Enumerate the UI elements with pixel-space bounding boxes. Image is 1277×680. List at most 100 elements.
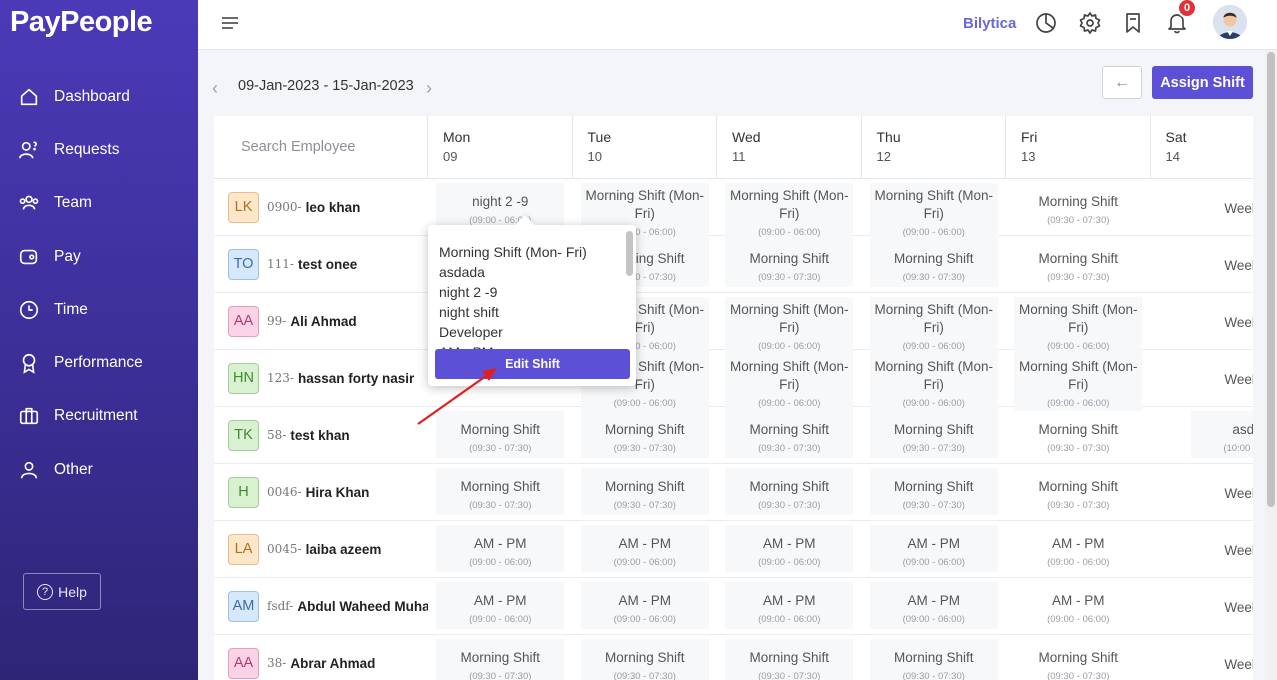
shift-cell[interactable]: Weekend [1150,521,1253,578]
page-scrollbar[interactable] [1265,50,1277,680]
shift-option[interactable]: night 2 -9 [439,282,624,302]
shift-cell[interactable]: AM - PM (09:00 - 06:00) [572,521,717,578]
shift-cell[interactable]: Morning Shift (09:30 - 07:30) [861,464,1006,521]
help-button[interactable]: ? Help [23,573,101,610]
shift-cell[interactable]: AM - PM (09:00 - 06:00) [717,578,862,635]
employee-initials-avatar: HN [228,362,259,394]
weekend-label: Weekend [1224,486,1253,501]
shift-cell[interactable]: Morning Shift (09:30 - 07:30) [428,464,573,521]
shift-cell[interactable]: Morning Shift (09:30 - 07:30) [862,635,1007,680]
shift-cell[interactable]: Morning Shift (Mon- Fri)(09:00 - 06:00) [861,179,1006,242]
shift-cell[interactable]: AM - PM (09:00 - 06:00) [1006,521,1151,578]
shift-option[interactable]: night shift [439,302,624,322]
sidebar-item-label: Time [54,300,88,318]
shift-cell[interactable]: Weekend [1150,179,1253,236]
company-name[interactable]: Bilytica [963,15,1016,32]
sidebar-item-other[interactable]: Other [0,443,198,496]
sidebar-item-requests[interactable]: Requests [0,123,198,176]
shift-cell[interactable]: Morning Shift (09:30 - 07:30) [572,464,717,521]
shift-box: Morning Shift (09:30 - 07:30) [1014,411,1143,458]
search-employee-input[interactable] [241,139,411,155]
sidebar-item-dashboard[interactable]: Dashboard [0,70,198,123]
employee-row[interactable]: TO 111- test onee [214,236,428,293]
day-name: Tue [587,129,612,145]
shift-cell[interactable]: Morning Shift (09:30 - 07:30) [717,236,862,293]
pie-chart-icon[interactable] [1034,11,1058,35]
shift-cell[interactable]: Morning Shift (09:30 - 07:30) [1006,407,1151,464]
sidebar-item-pay[interactable]: Pay [0,230,198,283]
shift-cell[interactable]: Morning Shift (Mon- Fri)(09:00 - 06:00) [861,350,1006,413]
shift-option[interactable]: Morning Shift (Mon- Fri) [439,242,624,262]
shift-cell[interactable]: AM - PM (09:00 - 06:00) [428,521,573,578]
shift-option[interactable]: Developer [439,322,624,342]
shift-cell[interactable]: Morning Shift (09:30 - 07:30) [717,464,862,521]
shift-name: Morning Shift [1038,479,1119,494]
shift-cell[interactable]: Morning Shift (Mon- Fri)(09:00 - 06:00) [717,179,862,242]
shift-cell[interactable]: Morning Shift (09:30 - 07:30) [572,407,717,464]
back-button[interactable]: ← [1102,66,1142,99]
shift-cell[interactable]: Weekend [1150,464,1253,521]
shift-cell[interactable]: Morning Shift (09:30 - 07:30) [1006,236,1151,293]
shift-cell[interactable]: Morning Shift (Mon- Fri)(09:00 - 06:00) [861,293,1006,356]
sidebar-item-performance[interactable]: Performance [0,336,198,389]
bookmark-icon[interactable] [1121,11,1145,35]
shift-cell[interactable]: Morning Shift (09:30 - 07:30) [861,407,1006,464]
employee-row[interactable]: AA 99- Ali Ahmad [214,293,428,350]
shift-cell[interactable]: AM - PM (09:00 - 06:00) [572,578,717,635]
gear-icon[interactable] [1078,11,1102,35]
employee-row[interactable]: AM fsdf-Abdul Waheed Muhammad [214,578,428,635]
shift-cell[interactable]: Morning Shift (09:30 - 07:30) [861,236,1006,293]
shift-name: Morning Shift (Mon- Fri) [729,188,849,221]
shift-cell[interactable]: Weekend [1150,578,1253,635]
sidebar-item-time[interactable]: Time [0,283,198,336]
shift-cell[interactable]: AM - PM (09:00 - 06:00) [861,521,1006,578]
shift-cell[interactable]: Morning Shift (09:30 - 07:30) [573,635,718,680]
page-scrollbar-thumb[interactable] [1267,52,1275,507]
shift-cell[interactable]: AM - PM (09:00 - 06:00) [861,578,1006,635]
shift-cell[interactable]: Morning Shift (09:30 - 07:30) [717,635,862,680]
popup-scrollbar-thumb[interactable] [626,231,633,276]
next-week-chevron-icon[interactable]: › [426,78,432,99]
day-header: Sat 14 [1150,116,1253,179]
user-avatar[interactable] [1213,5,1247,39]
shift-cell[interactable]: Morning Shift (09:30 - 07:30) [1006,464,1151,521]
hamburger-menu-icon[interactable] [220,13,240,33]
day-date: 14 [1165,149,1180,164]
shift-cell[interactable]: asdada (10:00 - 06:00) [1150,407,1253,464]
shift-cell[interactable]: Morning Shift (09:30 - 07:30) [428,407,573,464]
edit-shift-button[interactable]: Edit Shift [435,349,630,379]
employee-initials-avatar: TK [228,419,259,451]
shift-cell[interactable]: Weekend [1151,635,1253,680]
assign-shift-button[interactable]: Assign Shift [1152,66,1253,99]
shift-cell[interactable]: Morning Shift (Mon- Fri)(09:00 - 06:00) [717,350,862,413]
sidebar-item-team[interactable]: Team [0,177,198,230]
employee-row[interactable]: H 0046- Hira Khan [214,464,428,521]
shift-cell[interactable]: Weekend [1150,350,1253,407]
employee-row[interactable]: TK 58- test khan [214,407,428,464]
shift-name: Morning Shift [604,479,685,494]
shift-cell[interactable]: Morning Shift (Mon- Fri)(09:00 - 06:00) [1006,293,1151,356]
app-logo[interactable]: PayPeople [10,6,153,39]
shift-cell[interactable]: Morning Shift (Mon- Fri)(09:00 - 06:00) [717,293,862,356]
employee-row[interactable]: AA 38- Abrar Ahmad [214,635,428,680]
shift-cell[interactable]: Morning Shift (Mon- Fri)(09:00 - 06:00) [1006,350,1151,413]
shift-cell[interactable]: AM - PM (09:00 - 06:00) [717,521,862,578]
shift-cell[interactable]: Weekend [1150,236,1253,293]
employee-row[interactable]: LA 0045- laiba azeem [214,521,428,578]
shift-time: (09:30 - 07:30) [613,500,676,511]
employee-name: test onee [297,256,358,272]
sidebar-item-recruitment[interactable]: Recruitment [0,390,198,443]
shift-cell[interactable]: Morning Shift (09:30 - 07:30) [1006,635,1151,680]
shift-options-list[interactable]: Morning Shift (Mon- Fri) asdada night 2 -9… [439,242,624,354]
shift-cell[interactable]: Morning Shift (09:30 - 07:30) [1006,179,1151,236]
employee-row[interactable]: LK 0900- leo khan [214,179,428,236]
shift-cell[interactable]: AM - PM (09:00 - 06:00) [428,578,573,635]
shift-cell[interactable]: AM - PM (09:00 - 06:00) [1006,578,1151,635]
shift-cell[interactable]: Weekend [1150,293,1253,350]
previous-week-chevron-icon[interactable]: ‹ [212,78,218,99]
shift-cell[interactable]: Morning Shift (09:30 - 07:30) [428,635,573,680]
shift-option[interactable]: asdada [439,262,624,282]
shift-cell[interactable]: Morning Shift (09:30 - 07:30) [717,407,862,464]
briefcase-icon [18,405,40,427]
employee-row[interactable]: HN 123- hassan forty nasir [214,350,428,407]
